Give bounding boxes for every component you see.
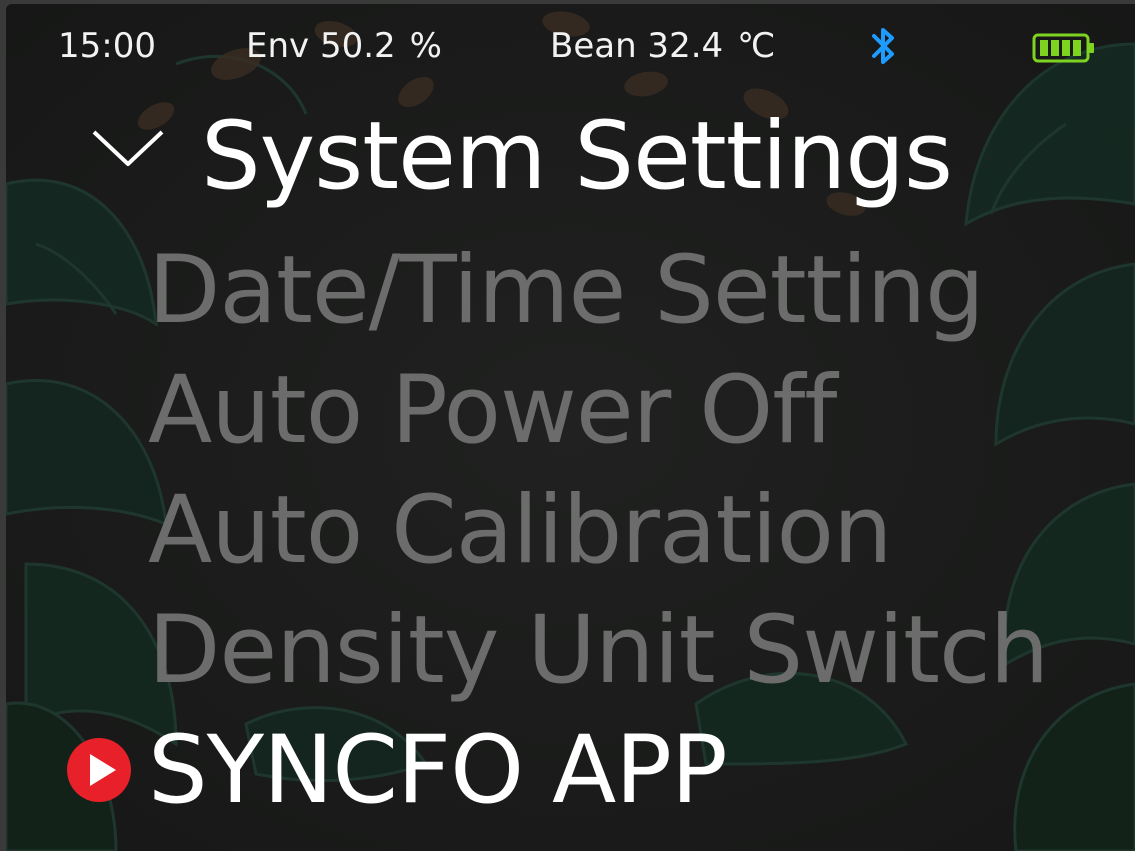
chevron-down-icon[interactable] bbox=[90, 126, 166, 170]
menu-item-auto-calibration[interactable]: Auto Calibration bbox=[148, 472, 893, 590]
status-bar: 15:00 Env 50.2% Bean 32.4 ℃ bbox=[6, 4, 1135, 94]
environment-humidity: Env 50.2% bbox=[246, 26, 442, 66]
menu-item-auto-power-off[interactable]: Auto Power Off bbox=[148, 352, 837, 470]
menu-item-density-unit-switch[interactable]: Density Unit Switch bbox=[148, 592, 1049, 710]
bean-unit: ℃ bbox=[737, 26, 776, 66]
menu-item-date-time-setting[interactable]: Date/Time Setting bbox=[148, 232, 985, 350]
menu-item-syncfo-app[interactable]: SYNCFO APP bbox=[67, 712, 728, 830]
page-header: System Settings bbox=[6, 92, 1135, 211]
device-screen: 15:00 Env 50.2% Bean 32.4 ℃ System Settin… bbox=[6, 4, 1135, 851]
page-title: System Settings bbox=[201, 102, 953, 211]
environment-unit: % bbox=[409, 26, 442, 66]
environment-value: Env 50.2 bbox=[246, 26, 396, 66]
bluetooth-icon bbox=[872, 28, 894, 64]
play-circle-icon bbox=[67, 738, 131, 802]
bean-value: Bean 32.4 bbox=[550, 26, 724, 66]
clock-time: 15:00 bbox=[58, 26, 156, 66]
bean-temperature: Bean 32.4 ℃ bbox=[550, 26, 775, 66]
menu-item-label: SYNCFO APP bbox=[148, 716, 728, 825]
battery-full-icon bbox=[1032, 33, 1094, 63]
